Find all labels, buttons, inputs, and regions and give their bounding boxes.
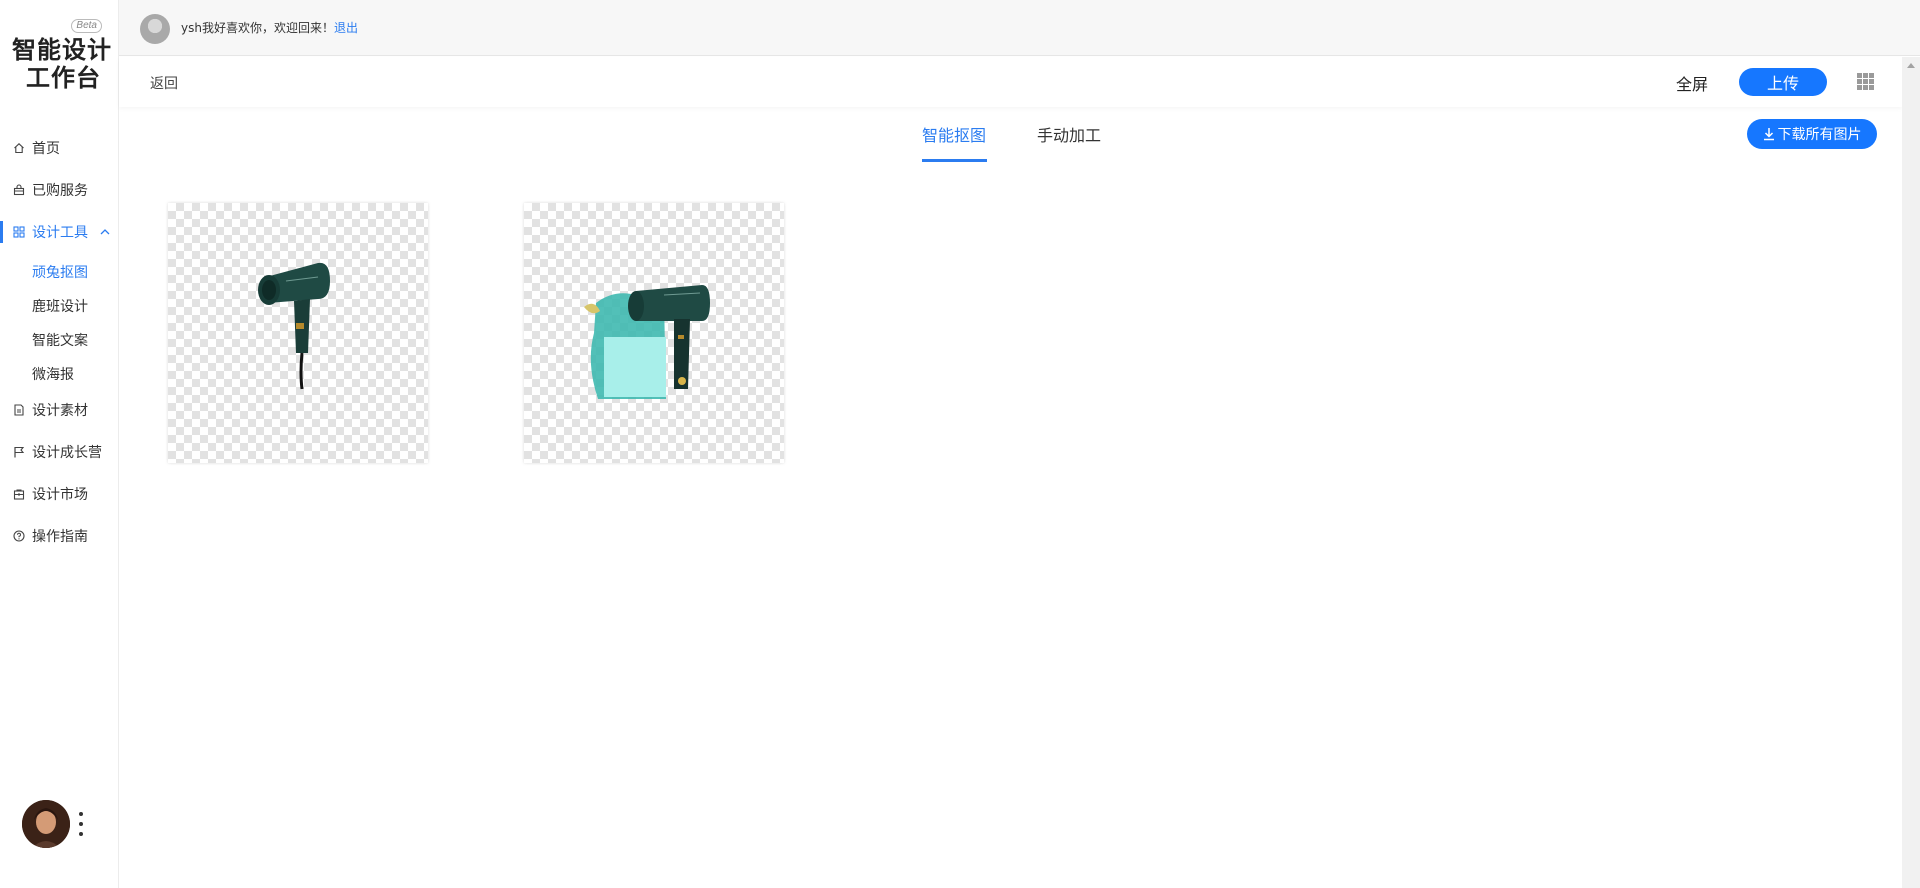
sidebar-item-label: 设计素材 [32, 403, 88, 419]
sidebar-item-label: 首页 [32, 141, 60, 157]
sidebar-item-materials[interactable]: 设计素材 [0, 397, 119, 423]
grid-apps-icon [13, 226, 25, 238]
welcome-message: ysh我好喜欢你，欢迎回来！退出 [181, 19, 358, 36]
scroll-up-arrow-icon[interactable] [1907, 63, 1915, 68]
tab-underline [922, 159, 987, 162]
welcome-text: ysh我好喜欢你，欢迎回来！ [181, 21, 334, 35]
back-button[interactable]: 返回 [150, 73, 178, 93]
download-all-label: 下载所有图片 [1777, 127, 1862, 143]
sidebar-item-home[interactable]: 首页 [0, 135, 119, 161]
sidebar-subitem-cutout[interactable]: 顽兔抠图 [32, 262, 88, 282]
image-card-2[interactable] [524, 203, 784, 463]
tab-smart-cutout[interactable]: 智能抠图 [922, 122, 986, 146]
sidebar-item-label: 设计工具 [32, 225, 88, 241]
hair-dryer-scene-image [584, 285, 710, 399]
sidebar-item-market[interactable]: 设计市场 [0, 481, 119, 507]
image-card-1[interactable] [168, 203, 428, 463]
upload-button[interactable]: 上传 [1739, 68, 1827, 96]
download-all-button[interactable]: 下载所有图片 [1747, 119, 1877, 149]
help-circle-icon [13, 530, 25, 542]
sidebar-item-design-tools[interactable]: 设计工具 [0, 219, 119, 245]
beta-badge: Beta [71, 19, 102, 33]
sidebar-item-growth-camp[interactable]: 设计成长营 [0, 439, 119, 465]
logo-line2: 工作台 [26, 64, 101, 92]
sidebar-subitem-copywriting[interactable]: 智能文案 [32, 330, 88, 350]
apps-grid-icon[interactable] [1857, 73, 1874, 90]
tab-manual-edit[interactable]: 手动加工 [1037, 122, 1101, 146]
sidebar-item-label: 操作指南 [32, 529, 88, 545]
logo-line1: 智能设计 [12, 36, 112, 64]
chevron-up-icon[interactable] [100, 224, 110, 240]
sidebar-item-purchased[interactable]: 已购服务 [0, 177, 119, 203]
sidebar-subitem-poster[interactable]: 微海报 [32, 364, 74, 384]
sidebar-item-label: 设计成长营 [32, 445, 102, 461]
flag-icon [13, 446, 25, 458]
top-bar: ysh我好喜欢你，欢迎回来！退出 [119, 0, 1920, 56]
home-icon [13, 142, 25, 154]
app-logo[interactable]: Beta 智能设计 工作台 [12, 19, 112, 92]
bag-icon [13, 184, 25, 196]
more-options-icon[interactable] [78, 812, 84, 836]
logout-link[interactable]: 退出 [334, 21, 358, 35]
sidebar-item-guide[interactable]: 操作指南 [0, 523, 119, 549]
scrollbar[interactable] [1902, 57, 1920, 888]
sidebar: Beta 智能设计 工作台 首页 已购服务 设计工具 顽兔抠图 鹿班设计 智能文… [0, 0, 119, 888]
download-icon [1763, 128, 1774, 141]
toolbar: 返回 全屏 上传 [119, 57, 1902, 107]
document-icon [13, 404, 25, 416]
sidebar-item-label: 设计市场 [32, 487, 88, 503]
hair-dryer-image [258, 262, 330, 390]
shop-icon [13, 488, 25, 500]
user-avatar[interactable] [22, 800, 70, 848]
avatar [140, 14, 170, 44]
fullscreen-button[interactable]: 全屏 [1676, 71, 1708, 95]
sidebar-subitem-luban[interactable]: 鹿班设计 [32, 296, 88, 316]
sidebar-item-label: 已购服务 [32, 183, 88, 199]
